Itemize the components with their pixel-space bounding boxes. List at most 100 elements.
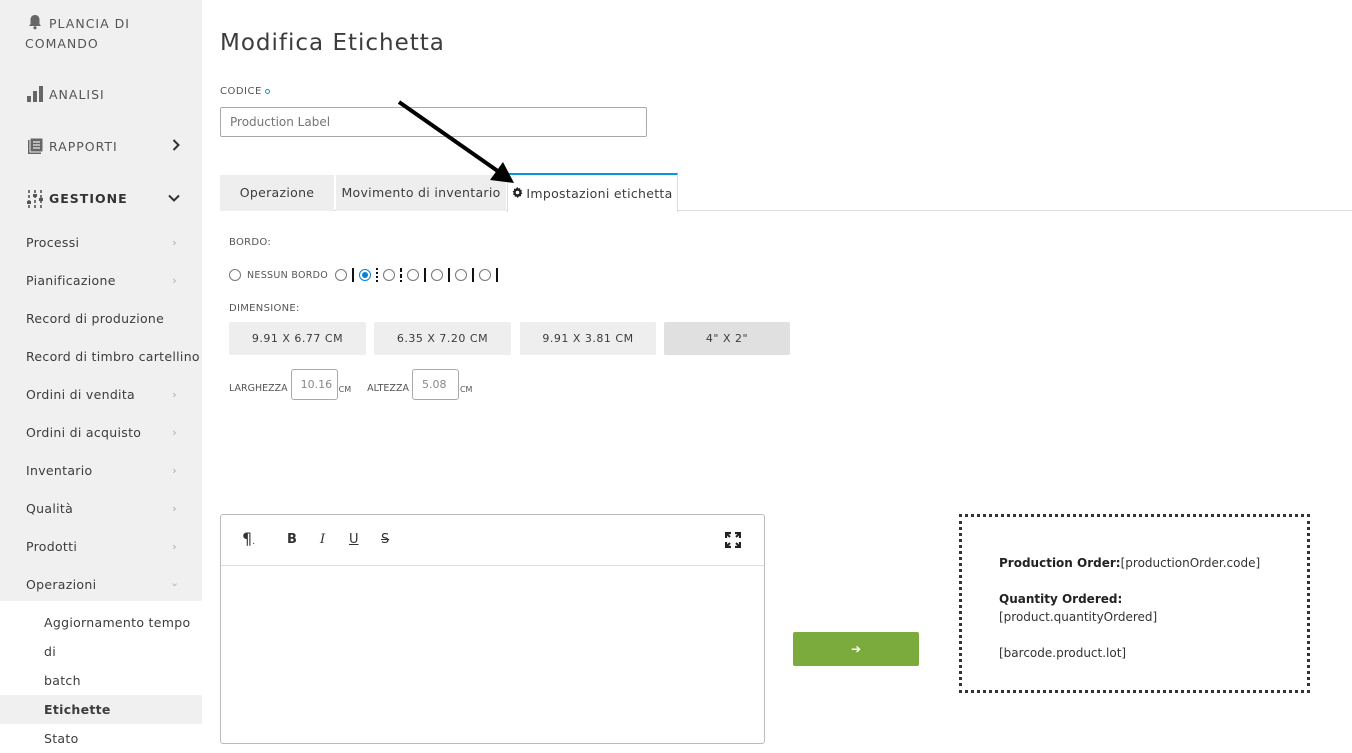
border-extra-sample xyxy=(496,268,499,282)
tab-movimento-inventario[interactable]: Movimento di inventario xyxy=(336,175,506,211)
sidebar-gestione-label: GESTIONE xyxy=(49,191,128,206)
chevron-right-icon: › xyxy=(172,464,177,477)
sidebar-item-label: Operazioni xyxy=(26,577,97,592)
sliders-icon xyxy=(24,189,46,209)
sidebar-item-label: Inventario xyxy=(26,463,93,478)
preview-line-quantity-label: Quantity Ordered: xyxy=(999,590,1307,608)
border-thin-sample xyxy=(424,268,427,282)
dimension-label: DIMENSIONE: xyxy=(229,303,300,314)
required-dot-icon xyxy=(264,88,270,94)
bar-chart-icon xyxy=(24,85,46,103)
fullscreen-icon[interactable] xyxy=(724,531,742,552)
sidebar-item-gestione[interactable]: GESTIONE xyxy=(0,189,202,209)
sidebar: PLANCIA DI COMANDO ANALISI RAPPORTI GESTI… xyxy=(0,0,202,746)
chevron-right-icon xyxy=(172,139,180,155)
no-border-label: NESSUN BORDO xyxy=(247,269,329,281)
sidebar-item-pianificazione[interactable]: Pianificazione › xyxy=(0,262,202,300)
border-dotted-radio[interactable] xyxy=(359,269,372,281)
sidebar-item-label: Qualità xyxy=(26,501,74,516)
sidebar-item-record-timbro[interactable]: Record di timbro cartellino xyxy=(0,338,202,376)
width-unit: CM xyxy=(338,385,352,394)
size-button-9-91x6-77[interactable]: 9.91 X 6.77 CM xyxy=(229,322,366,355)
chevron-right-icon: › xyxy=(172,274,177,287)
sidebar-item-label: Prodotti xyxy=(26,539,78,554)
sidebar-item-stato[interactable]: Stato xyxy=(0,724,202,753)
border-thick-radio[interactable] xyxy=(455,269,468,281)
italic-button[interactable]: I xyxy=(320,532,325,547)
sidebar-item-operazioni[interactable]: Operazioni › xyxy=(0,566,202,604)
paragraph-icon: ¶ xyxy=(242,529,253,548)
sidebar-item-ordini-vendita[interactable]: Ordini di vendita › xyxy=(0,376,202,414)
border-thin-radio[interactable] xyxy=(407,269,420,281)
border-none-radio[interactable] xyxy=(229,269,241,281)
apply-preview-button[interactable]: ➔ xyxy=(793,632,919,666)
code-input[interactable] xyxy=(220,107,647,137)
sidebar-plancia-line2: COMANDO xyxy=(25,36,99,51)
chevron-right-icon: › xyxy=(172,236,177,249)
strikethrough-button[interactable]: S xyxy=(381,532,389,547)
border-options: NESSUN BORDO xyxy=(229,266,503,284)
sidebar-item-ordini-acquisto[interactable]: Ordini di acquisto › xyxy=(0,414,202,452)
sidebar-plancia-line1: PLANCIA DI xyxy=(49,16,130,31)
sidebar-item-inventario[interactable]: Inventario › xyxy=(0,452,202,490)
chevron-right-icon: › xyxy=(172,502,177,515)
dimension-inputs: LARGHEZZA CM ALTEZZA CM xyxy=(229,369,488,400)
sidebar-item-record-produzione[interactable]: Record di produzione xyxy=(0,300,202,338)
sidebar-analisi-label: ANALISI xyxy=(49,87,105,102)
height-label: ALTEZZA xyxy=(367,383,409,394)
sidebar-operazioni-submenu: Aggiornamento tempo di batch Etichette S… xyxy=(0,601,202,746)
tab-bar: Operazione Movimento di inventario Impos… xyxy=(220,173,1352,212)
size-button-6-35x7-20[interactable]: 6.35 X 7.20 CM xyxy=(374,322,511,355)
tab-label: Movimento di inventario xyxy=(341,185,501,200)
border-medium-radio[interactable] xyxy=(431,269,444,281)
label-text-editor[interactable]: ¶. B I U S xyxy=(220,514,765,744)
size-button-4x2-in[interactable]: 4" X 2" xyxy=(664,322,790,355)
preview-quantity-label: Quantity Ordered: xyxy=(999,592,1123,606)
sidebar-gestione-submenu: Processi › Pianificazione › Record di prod… xyxy=(0,224,202,604)
sidebar-item-label: Record di produzione xyxy=(26,311,165,326)
sidebar-item-label: Etichette xyxy=(44,702,111,717)
border-label: BORDO: xyxy=(229,237,272,248)
width-input[interactable] xyxy=(290,369,338,400)
chevron-down-icon xyxy=(168,191,180,206)
chevron-down-icon: › xyxy=(168,582,182,588)
sidebar-item-processi[interactable]: Processi › xyxy=(0,224,202,262)
tab-operazione[interactable]: Operazione xyxy=(220,175,334,211)
tab-impostazioni-etichetta[interactable]: Impostazioni etichetta xyxy=(507,173,678,212)
sidebar-item-qualita[interactable]: Qualità › xyxy=(0,490,202,528)
tab-label: Operazione xyxy=(239,185,315,200)
border-medium-sample xyxy=(448,268,451,282)
report-icon xyxy=(24,137,46,155)
main-content: Modifica Etichetta CODICE Operazione Mov… xyxy=(202,0,1352,744)
sidebar-item-rapporti[interactable]: RAPPORTI xyxy=(0,137,202,157)
preview-barcode-value: [barcode.product.lot] xyxy=(999,646,1127,660)
sidebar-item-label: Ordini di acquisto xyxy=(26,425,142,440)
preview-line-production-order: Production Order:[productionOrder.code] xyxy=(999,554,1307,572)
preview-production-order-value: [productionOrder.code] xyxy=(1120,556,1261,570)
border-solid-radio[interactable] xyxy=(335,269,348,281)
sidebar-item-label: Record di timbro cartellino xyxy=(26,349,200,364)
paragraph-format-button[interactable]: ¶. xyxy=(242,529,255,548)
editor-toolbar: ¶. B I U S xyxy=(221,515,764,566)
sidebar-item-aggiornamento-tempo[interactable]: Aggiornamento tempo di batch xyxy=(0,601,202,695)
border-thick-sample xyxy=(472,268,475,282)
preview-production-order-label: Production Order: xyxy=(999,556,1121,570)
sidebar-item-plancia-di-comando[interactable]: PLANCIA DI COMANDO xyxy=(0,14,202,54)
border-extra-radio[interactable] xyxy=(479,269,492,281)
arrow-right-icon: ➔ xyxy=(850,642,862,656)
bold-button[interactable]: B xyxy=(287,532,297,547)
sidebar-item-label: batch xyxy=(44,673,81,688)
underline-button[interactable]: U xyxy=(349,532,359,547)
height-input[interactable] xyxy=(411,369,459,400)
sidebar-item-prodotti[interactable]: Prodotti › xyxy=(0,528,202,566)
tab-label: Impostazioni etichetta xyxy=(526,186,673,201)
chevron-right-icon: › xyxy=(172,426,177,439)
label-preview: Production Order:[productionOrder.code] … xyxy=(959,514,1310,693)
sidebar-item-etichette[interactable]: Etichette xyxy=(0,695,202,724)
size-button-9-91x3-81[interactable]: 9.91 X 3.81 CM xyxy=(520,322,656,355)
preview-quantity-value: [product.quantityOrdered] xyxy=(999,610,1158,624)
sidebar-item-analisi[interactable]: ANALISI xyxy=(0,85,202,105)
sidebar-rapporti-label: RAPPORTI xyxy=(49,139,118,154)
border-dashed-radio[interactable] xyxy=(383,269,396,281)
border-dashed-sample xyxy=(400,268,403,282)
